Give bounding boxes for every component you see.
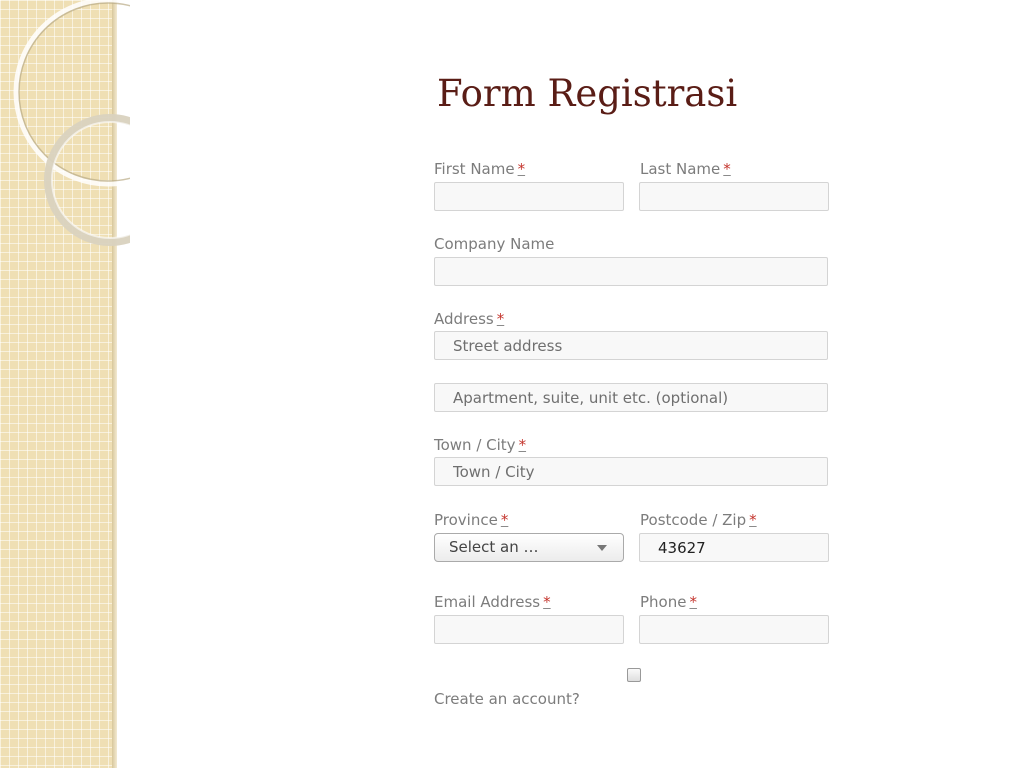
postcode-label: Postcode / Zip * [640,511,757,529]
apartment-field[interactable] [434,383,828,412]
town-city-field[interactable] [434,457,828,486]
company-name-field[interactable] [434,257,828,286]
first-name-label-text: First Name [434,160,515,178]
required-mark: * [518,436,527,454]
province-label: Province * [434,511,508,529]
phone-label: Phone * [640,593,697,611]
required-mark: * [500,511,509,529]
phone-field[interactable] [639,615,829,644]
ring-outer [13,0,130,187]
first-name-field[interactable] [434,182,624,211]
company-name-label: Company Name [434,235,555,253]
required-mark: * [723,160,731,178]
province-select[interactable]: Select an … [434,533,624,562]
phone-label-text: Phone [640,593,687,611]
last-name-label-text: Last Name [640,160,721,178]
last-name-field[interactable] [639,182,829,211]
postcode-label-text: Postcode / Zip [640,511,747,529]
town-city-label: Town / City * [434,436,526,454]
chevron-down-icon [597,545,607,551]
address-label: Address * [434,310,504,328]
email-label-text: Email Address [434,593,541,611]
address-label-text: Address [434,310,494,328]
decorative-rings [13,0,130,246]
province-label-text: Province [434,511,498,529]
page-title: Form Registrasi [437,72,738,115]
required-mark: * [517,160,526,178]
email-label: Email Address * [434,593,551,611]
postcode-field[interactable] [639,533,829,562]
street-address-field[interactable] [434,331,828,360]
required-mark: * [749,511,757,529]
required-mark: * [543,593,551,611]
create-account-label: Create an account? [434,690,580,708]
last-name-label: Last Name * [640,160,731,178]
email-field[interactable] [434,615,624,644]
province-selected-value: Select an … [449,538,539,556]
required-mark: * [689,593,697,611]
required-mark: * [496,310,505,328]
first-name-label: First Name * [434,160,525,178]
create-account-checkbox[interactable] [627,668,641,682]
ring-outer-shade [18,2,130,182]
town-city-label-text: Town / City [434,436,516,454]
